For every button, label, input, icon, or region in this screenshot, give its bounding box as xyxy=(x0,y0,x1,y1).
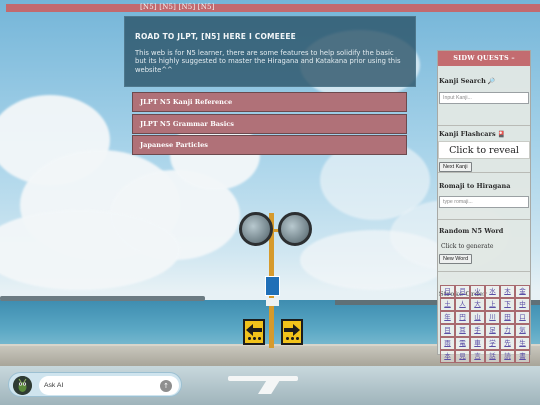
stroke-order-kanji[interactable]: 書 xyxy=(515,350,530,363)
stroke-order-kanji[interactable]: 本 xyxy=(440,350,455,363)
stroke-order-kanji[interactable]: 山 xyxy=(470,311,485,324)
stroke-order-kanji[interactable]: 読 xyxy=(500,350,515,363)
stroke-order-kanji[interactable]: 生 xyxy=(515,337,530,350)
stroke-order-kanji[interactable]: 先 xyxy=(500,337,515,350)
stroke-order-kanji[interactable]: 水 xyxy=(485,285,500,298)
flashcard[interactable]: Click to reveal xyxy=(438,141,530,159)
stroke-order-kanji[interactable]: 日 xyxy=(440,285,455,298)
next-kanji-button[interactable]: Next Kanji xyxy=(439,162,472,172)
stroke-order-kanji[interactable]: 車 xyxy=(470,337,485,350)
stroke-order-kanji[interactable]: 学 xyxy=(485,337,500,350)
ask-ai-bar: Ask AI ↑ xyxy=(8,372,182,397)
hero-panel: ROAD TO JLPT, [N5] HERE I COMEEEE This w… xyxy=(124,16,416,87)
top-nav-bar xyxy=(6,4,540,12)
menu-button-kanji-reference[interactable]: JLPT N5 Kanji Reference xyxy=(132,92,407,112)
stroke-order-kanji[interactable]: 年 xyxy=(440,311,455,324)
random-word-output: Click to generate xyxy=(441,243,494,250)
flashcards-title: Kanji Flashcars xyxy=(439,130,496,138)
stroke-order-kanji[interactable]: 人 xyxy=(455,298,470,311)
stroke-order-kanji[interactable]: 土 xyxy=(440,298,455,311)
stroke-order-grid: 日月火水木金土人大上下中年円山川田口目耳手足力気雨電車学先生本見言話読書 xyxy=(440,285,530,363)
stroke-order-kanji[interactable]: 上 xyxy=(485,298,500,311)
kanji-search-title: Kanji Search xyxy=(439,77,486,85)
search-icon: 🔎 xyxy=(487,77,496,85)
stroke-order-kanji[interactable]: 言 xyxy=(470,350,485,363)
stroke-order-kanji[interactable]: 木 xyxy=(500,285,515,298)
hero-description: This web is for N5 learner, there are so… xyxy=(135,49,401,74)
kanji-search-section: Kanji Search 🔎 Input Kanji... xyxy=(438,66,530,126)
menu-button-particles[interactable]: Japanese Particles xyxy=(132,135,407,155)
stroke-order-kanji[interactable]: 火 xyxy=(470,285,485,298)
new-word-button[interactable]: New Word xyxy=(439,254,473,264)
stroke-order-kanji[interactable]: 円 xyxy=(455,311,470,324)
stroke-order-kanji[interactable]: 月 xyxy=(455,285,470,298)
send-arrow-icon[interactable]: ↑ xyxy=(160,380,172,392)
flashcards-section: Kanji Flashcars 🎴 Click to reveal Next K… xyxy=(438,126,530,173)
flower-card-icon: 🎴 xyxy=(497,130,506,138)
stroke-order-kanji[interactable]: 中 xyxy=(515,298,530,311)
stroke-order-kanji[interactable]: 目 xyxy=(440,324,455,337)
stroke-order-kanji[interactable]: 金 xyxy=(515,285,530,298)
stroke-order-kanji[interactable]: 川 xyxy=(485,311,500,324)
menu-button-grammar-basics[interactable]: JLPT N5 Grammar Basics xyxy=(132,114,407,134)
ask-ai-input[interactable]: Ask AI xyxy=(39,376,179,395)
stroke-order-kanji[interactable]: 雨 xyxy=(440,337,455,350)
romaji-input[interactable]: type romaji... xyxy=(439,196,529,208)
stroke-order-kanji[interactable]: 耳 xyxy=(455,324,470,337)
hero-title: ROAD TO JLPT, [N5] HERE I COMEEEE xyxy=(135,32,296,41)
stroke-order-kanji[interactable]: 口 xyxy=(515,311,530,324)
stroke-order-kanji[interactable]: 足 xyxy=(485,324,500,337)
romaji-section: Romaji to Hiragana type romaji... xyxy=(438,173,530,220)
sidebar-header[interactable]: SIDW QUESTS – xyxy=(438,51,530,66)
stroke-order-kanji[interactable]: 力 xyxy=(500,324,515,337)
stroke-order-kanji[interactable]: 田 xyxy=(500,311,515,324)
stroke-order-kanji[interactable]: 話 xyxy=(485,350,500,363)
kanji-search-input[interactable]: Input Kanji... xyxy=(439,92,529,104)
stroke-order-kanji[interactable]: 気 xyxy=(515,324,530,337)
stroke-order-kanji[interactable]: 電 xyxy=(455,337,470,350)
assistant-avatar[interactable] xyxy=(13,376,32,395)
stroke-order-kanji[interactable]: 見 xyxy=(455,350,470,363)
top-nav-links[interactable]: [N5] [N5] [N5] [N5] xyxy=(140,2,215,12)
stroke-order-kanji[interactable]: 大 xyxy=(470,298,485,311)
sidebar-quests: SIDW QUESTS – Kanji Search 🔎 Input Kanji… xyxy=(437,50,531,363)
stroke-order-kanji[interactable]: 下 xyxy=(500,298,515,311)
stroke-order-kanji[interactable]: 手 xyxy=(470,324,485,337)
random-word-section: Random N5 Word Click to generate New Wor… xyxy=(438,220,530,272)
romaji-title: Romaji to Hiragana xyxy=(439,182,511,190)
random-word-title: Random N5 Word xyxy=(439,227,504,235)
